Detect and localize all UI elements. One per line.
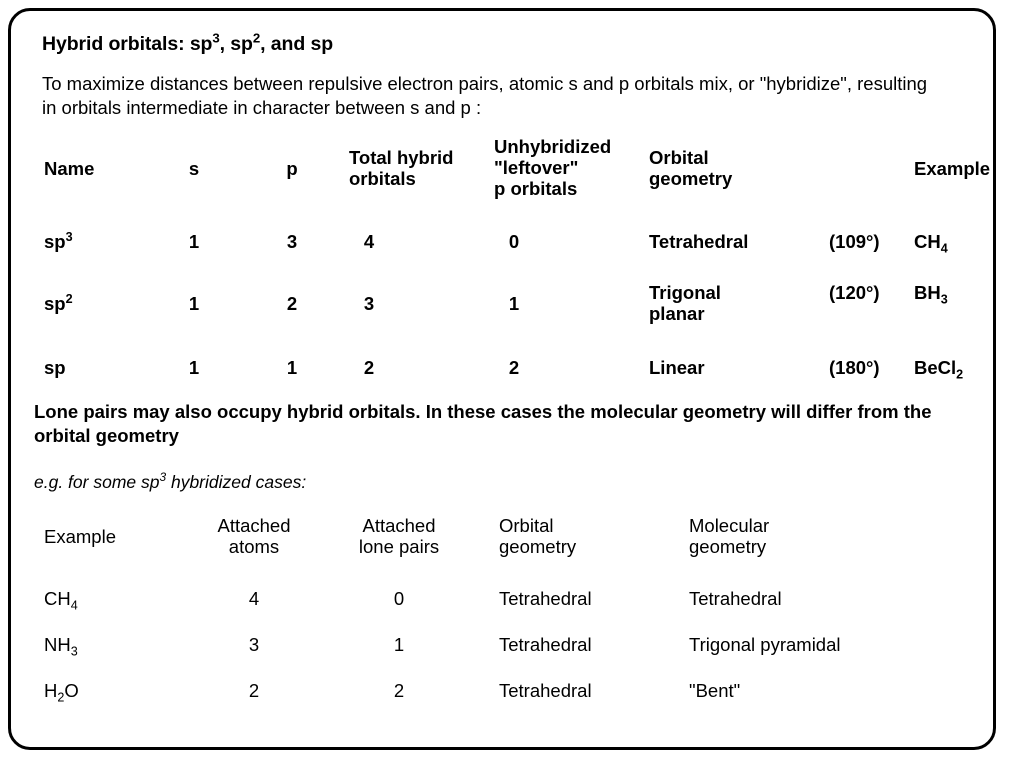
cell2-example: H2O	[44, 680, 79, 704]
cell-name-base: sp	[44, 231, 66, 252]
cell-unhybridized: 0	[508, 231, 520, 252]
cell-s: 1	[188, 231, 200, 252]
cell-example: BeCl2	[914, 357, 994, 381]
cell-example: BH3	[914, 282, 994, 306]
cell-name-base: sp	[44, 357, 66, 378]
cell2-attached-lone-pairs: 2	[393, 680, 405, 701]
cell-s: 1	[188, 357, 200, 378]
cell-orbital-geometry: Trigonal planar	[649, 282, 721, 324]
th-orbital-geometry: Orbital geometry	[649, 147, 733, 189]
th2-molecular-geometry: Molecular geometry	[689, 515, 770, 557]
th2-attached-lone-pairs: Attached lone pairs	[358, 515, 440, 557]
cell2-attached-atoms: 2	[248, 680, 260, 701]
cell-example-sub: 3	[940, 292, 948, 307]
cell-total-hybrid: 2	[363, 357, 375, 378]
cell-orbital-geometry: Tetrahedral	[649, 231, 749, 252]
slide-frame: Hybrid orbitals: sp3, sp2, and sp To max…	[8, 8, 996, 750]
cell2-molecular-geometry: Tetrahedral	[689, 588, 782, 609]
cell2-example: NH3	[44, 634, 78, 658]
cell-example-sub: 2	[956, 367, 964, 382]
cell-name: sp	[44, 357, 66, 378]
cell-total-hybrid: 4	[363, 231, 375, 252]
cell-total-hybrid: 3	[363, 293, 375, 314]
th2-orbital-geometry: Orbital geometry	[499, 515, 577, 557]
cell-example-sub: 4	[940, 241, 948, 256]
cell-s: 1	[188, 293, 200, 314]
cell-name: sp3	[44, 231, 73, 252]
cell-example-base: BeCl	[914, 357, 957, 378]
hybridization-table: Name s p Total hybrid orbitals Unhybridi…	[34, 128, 990, 381]
cell-name-sup: 3	[65, 229, 73, 244]
cell2-example-tail: O	[64, 680, 79, 701]
cell-p: 1	[286, 357, 298, 378]
cell2-orbital-geometry: Tetrahedral	[499, 680, 592, 701]
cell-name-base: sp	[44, 293, 66, 314]
cell-angle: (120°)	[829, 282, 880, 303]
cell2-molecular-geometry: "Bent"	[689, 680, 741, 701]
title-sup-2: 2	[252, 30, 261, 46]
cell2-orbital-geometry: Tetrahedral	[499, 588, 592, 609]
eg-sup-3: 3	[159, 470, 167, 485]
cell2-example: CH4	[44, 588, 78, 612]
cell2-example-base: H	[44, 680, 58, 701]
cell-p: 2	[286, 293, 298, 314]
th-unhybridized: Unhybridized "leftover" p orbitals	[494, 136, 612, 199]
cell-p: 3	[286, 231, 298, 252]
lone-pairs-note: Lone pairs may also occupy hybrid orbita…	[34, 401, 932, 446]
cell2-attached-lone-pairs: 0	[393, 588, 405, 609]
cell-unhybridized: 1	[508, 293, 520, 314]
th-example: Example	[914, 158, 991, 179]
th-name: Name	[44, 158, 95, 179]
cell-unhybridized: 2	[508, 357, 520, 378]
th-p: p	[286, 158, 298, 179]
cell-example: CH4	[914, 231, 994, 255]
th2-attached-atoms: Attached atoms	[217, 515, 291, 557]
cell-example-base: BH	[914, 282, 941, 303]
cell-angle: (180°)	[829, 357, 880, 378]
cell-angle: (109°)	[829, 231, 880, 252]
intro-paragraph: To maximize distances between repulsive …	[42, 73, 928, 118]
cell2-example-sub: 3	[70, 644, 78, 659]
slide-content: Hybrid orbitals: sp3, sp2, and sp To max…	[34, 25, 990, 704]
cell-name-sup: 2	[65, 291, 73, 306]
page-title: Hybrid orbitals: sp3, sp2, and sp	[42, 30, 334, 55]
cell2-example-base: CH	[44, 588, 71, 609]
cell2-attached-lone-pairs: 1	[393, 634, 405, 655]
th2-example: Example	[44, 526, 116, 547]
cell-example-base: CH	[914, 231, 941, 252]
cell-orbital-geometry: Linear	[649, 357, 705, 378]
cell2-example-sub: 4	[70, 598, 78, 613]
example-intro-line: e.g. for some sp3 hybridized cases:	[34, 470, 307, 492]
title-sup-3: 3	[212, 30, 220, 46]
cell2-attached-atoms: 4	[248, 588, 260, 609]
cell-name: sp2	[44, 293, 73, 314]
cell2-example-base: NH	[44, 634, 71, 655]
molecular-geometry-table: Example Attached atoms Attached lone pai…	[34, 515, 974, 704]
cell2-orbital-geometry: Tetrahedral	[499, 634, 592, 655]
cell2-molecular-geometry: Trigonal pyramidal	[689, 634, 841, 655]
th-total-hybrid: Total hybrid orbitals	[349, 147, 454, 189]
th-s: s	[188, 158, 200, 179]
cell2-attached-atoms: 3	[248, 634, 260, 655]
